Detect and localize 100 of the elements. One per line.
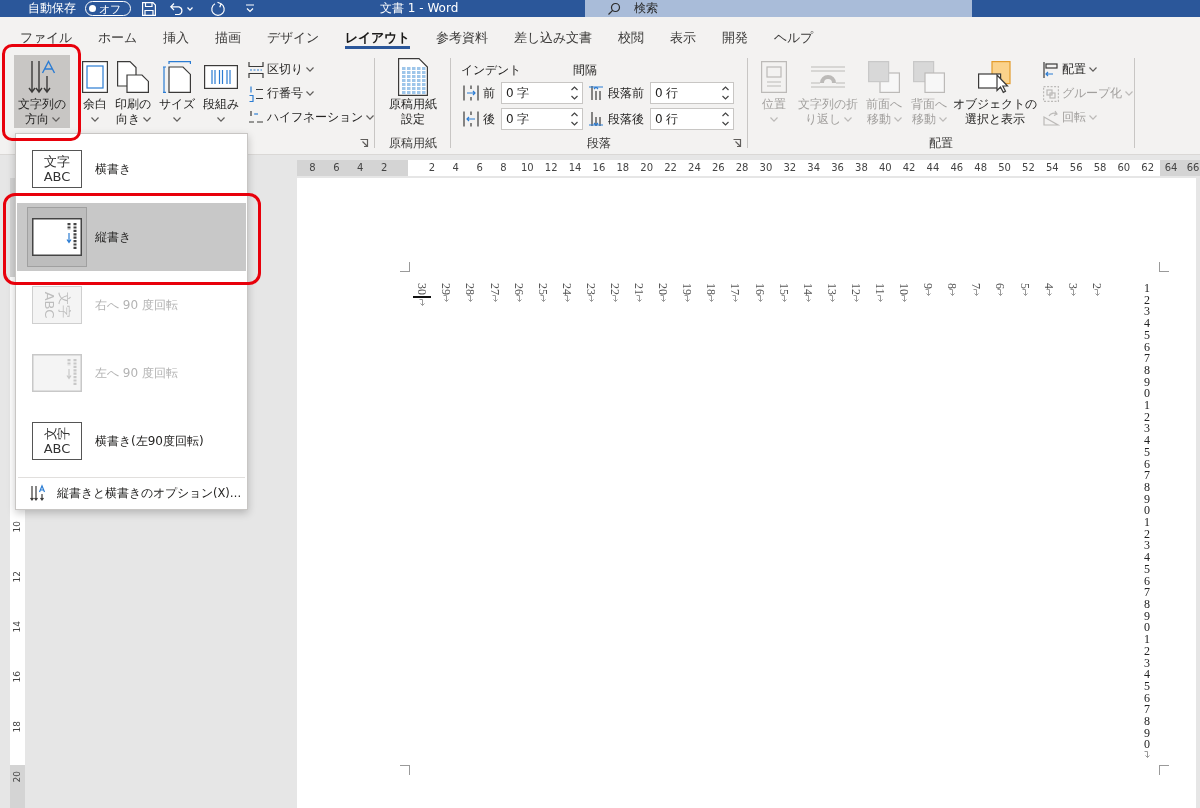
position-icon [761, 61, 787, 93]
ribbon-tab[interactable]: デザイン [267, 28, 319, 49]
ruler-number: 62 [1140, 161, 1156, 175]
ribbon-tab[interactable]: ファイル [20, 28, 72, 49]
field-label: 前 [483, 84, 495, 102]
spin-arrows-icon[interactable] [571, 86, 578, 100]
ruler-number: 46 [949, 161, 965, 175]
ruler-number: 2 [379, 161, 389, 175]
text-line: 5 [1017, 283, 1032, 289]
ribbon-tab[interactable]: ホーム [98, 28, 137, 49]
text-line: 9 [921, 283, 936, 289]
size-button[interactable]: サイズ [156, 55, 198, 128]
spin-arrows-icon[interactable] [722, 112, 729, 126]
ruler-number: 6 [475, 161, 484, 175]
text-line: 22 [608, 283, 622, 295]
search-field[interactable]: 検索 [585, 0, 972, 17]
dialog-launcher-icon[interactable] [733, 139, 741, 147]
vertical-text-icon [32, 218, 82, 256]
undo-button[interactable] [170, 1, 193, 16]
ruler-number: 18 [12, 721, 23, 733]
spin-field[interactable]: 0 行 [650, 82, 734, 104]
ruler-number: 6 [332, 161, 341, 175]
text-line: 26 [511, 283, 526, 295]
paragraph-mark-icon [636, 295, 643, 302]
ribbon-tab[interactable]: 校閲 [618, 28, 644, 49]
ruler-number: 2 [427, 161, 437, 175]
paragraph-mark-icon [563, 295, 570, 302]
ruler-number: 20 [639, 161, 655, 175]
ruler-number: 60 [1116, 161, 1132, 175]
text-line: 12 [848, 283, 863, 295]
redo-button[interactable] [211, 1, 225, 16]
ruler-number: 14 [12, 621, 23, 633]
text-line: 16 [752, 283, 767, 295]
spin-field[interactable]: 0 字 [501, 82, 583, 104]
margins-button[interactable]: 余白 [80, 55, 110, 128]
ruler-number: 24 [687, 161, 702, 175]
ribbon-tab[interactable]: 表示 [670, 28, 696, 49]
align-button[interactable]: 配置 [1041, 58, 1135, 81]
page-break-icon [248, 61, 264, 78]
ruler-number: 56 [1068, 161, 1084, 175]
paragraph-mark-icon [684, 295, 691, 302]
paragraph-mark-icon [828, 295, 835, 302]
group-label: 原稿用紙 [388, 135, 437, 151]
text-line: 30 [415, 283, 430, 295]
paragraph-mark-icon [877, 294, 883, 302]
manuscript-button[interactable]: 原稿用紙 設定 [385, 55, 441, 128]
ruler-number: 14 [567, 161, 583, 175]
ribbon-tab[interactable]: 参考資料 [436, 28, 488, 49]
search-icon [608, 2, 620, 15]
paragraph-mark-icon [539, 295, 546, 302]
text-line: 25 [535, 283, 550, 295]
rotate-icon [1043, 109, 1059, 126]
text-direction-icon [29, 61, 55, 93]
spin-field[interactable]: 0 字 [501, 108, 583, 130]
text-line: 15 [776, 283, 791, 295]
spacing-icon [588, 111, 604, 127]
ribbon-tab[interactable]: 開発 [722, 28, 748, 49]
ruler-number: 12 [12, 571, 23, 583]
text-line: 13 [824, 283, 839, 295]
breaks-button[interactable]: 区切り [246, 58, 376, 81]
save-button[interactable] [142, 1, 156, 16]
orientation-button[interactable]: 印刷の 向き [110, 55, 156, 128]
dialog-launcher-icon[interactable] [360, 139, 368, 147]
paragraph-mark-icon [491, 295, 498, 302]
hyphenation-button[interactable]: ハイフネーション [246, 106, 376, 129]
ribbon-tab[interactable]: 描画 [215, 28, 241, 49]
text-line: 17 [728, 283, 743, 295]
ruler-number: 64 [1163, 161, 1179, 175]
menu-item[interactable]: 文字 ABC 横書き [17, 135, 246, 203]
align-icon [1043, 61, 1059, 78]
paragraph-mark-icon [997, 289, 1004, 296]
field-label: 後 [483, 110, 495, 128]
options-menu-item[interactable]: 縦書きと横書きのオプション(X)… [17, 478, 246, 508]
text-line: 1234567890123456789012345678901234567890 [1142, 283, 1151, 752]
spin-arrows-icon[interactable] [722, 86, 729, 100]
menu-item[interactable]: 縦書き [17, 203, 246, 271]
menu-item[interactable]: 文字 ABC 横書き(左90度回転) [17, 407, 246, 475]
ruler-number: 54 [1044, 161, 1060, 175]
ruler-number: 42 [901, 161, 917, 175]
spin-arrows-icon[interactable] [571, 112, 578, 126]
text-line: 20 [656, 283, 671, 295]
ruler-number: 4 [451, 161, 460, 175]
text-direction-icon [30, 485, 46, 501]
text-line: 24 [559, 283, 574, 295]
direction-preview: 文字 ABC [32, 422, 82, 460]
ribbon-tab[interactable]: 差し込み文書 [514, 28, 592, 49]
paragraph-mark-icon [1093, 289, 1100, 296]
group-heading: インデント [461, 63, 521, 77]
spin-field[interactable]: 0 行 [650, 108, 734, 130]
ribbon-tab[interactable]: ヘルプ [774, 28, 813, 49]
paragraph-mark-icon [515, 295, 522, 302]
text-line: 7 [969, 283, 984, 289]
text-direction-button[interactable]: 文字列の 方向 [14, 55, 70, 128]
ruler-number: 50 [997, 161, 1012, 175]
selection-pane-button[interactable]: オブジェクトの 選択と表示 [951, 55, 1039, 128]
columns-button[interactable]: 段組み [198, 55, 244, 128]
ruler-number: 66 [1185, 161, 1200, 175]
line-numbers-button[interactable]: 行番号 [246, 82, 376, 105]
wrap-text-icon [811, 66, 845, 88]
ribbon-tab[interactable]: 挿入 [163, 28, 189, 49]
